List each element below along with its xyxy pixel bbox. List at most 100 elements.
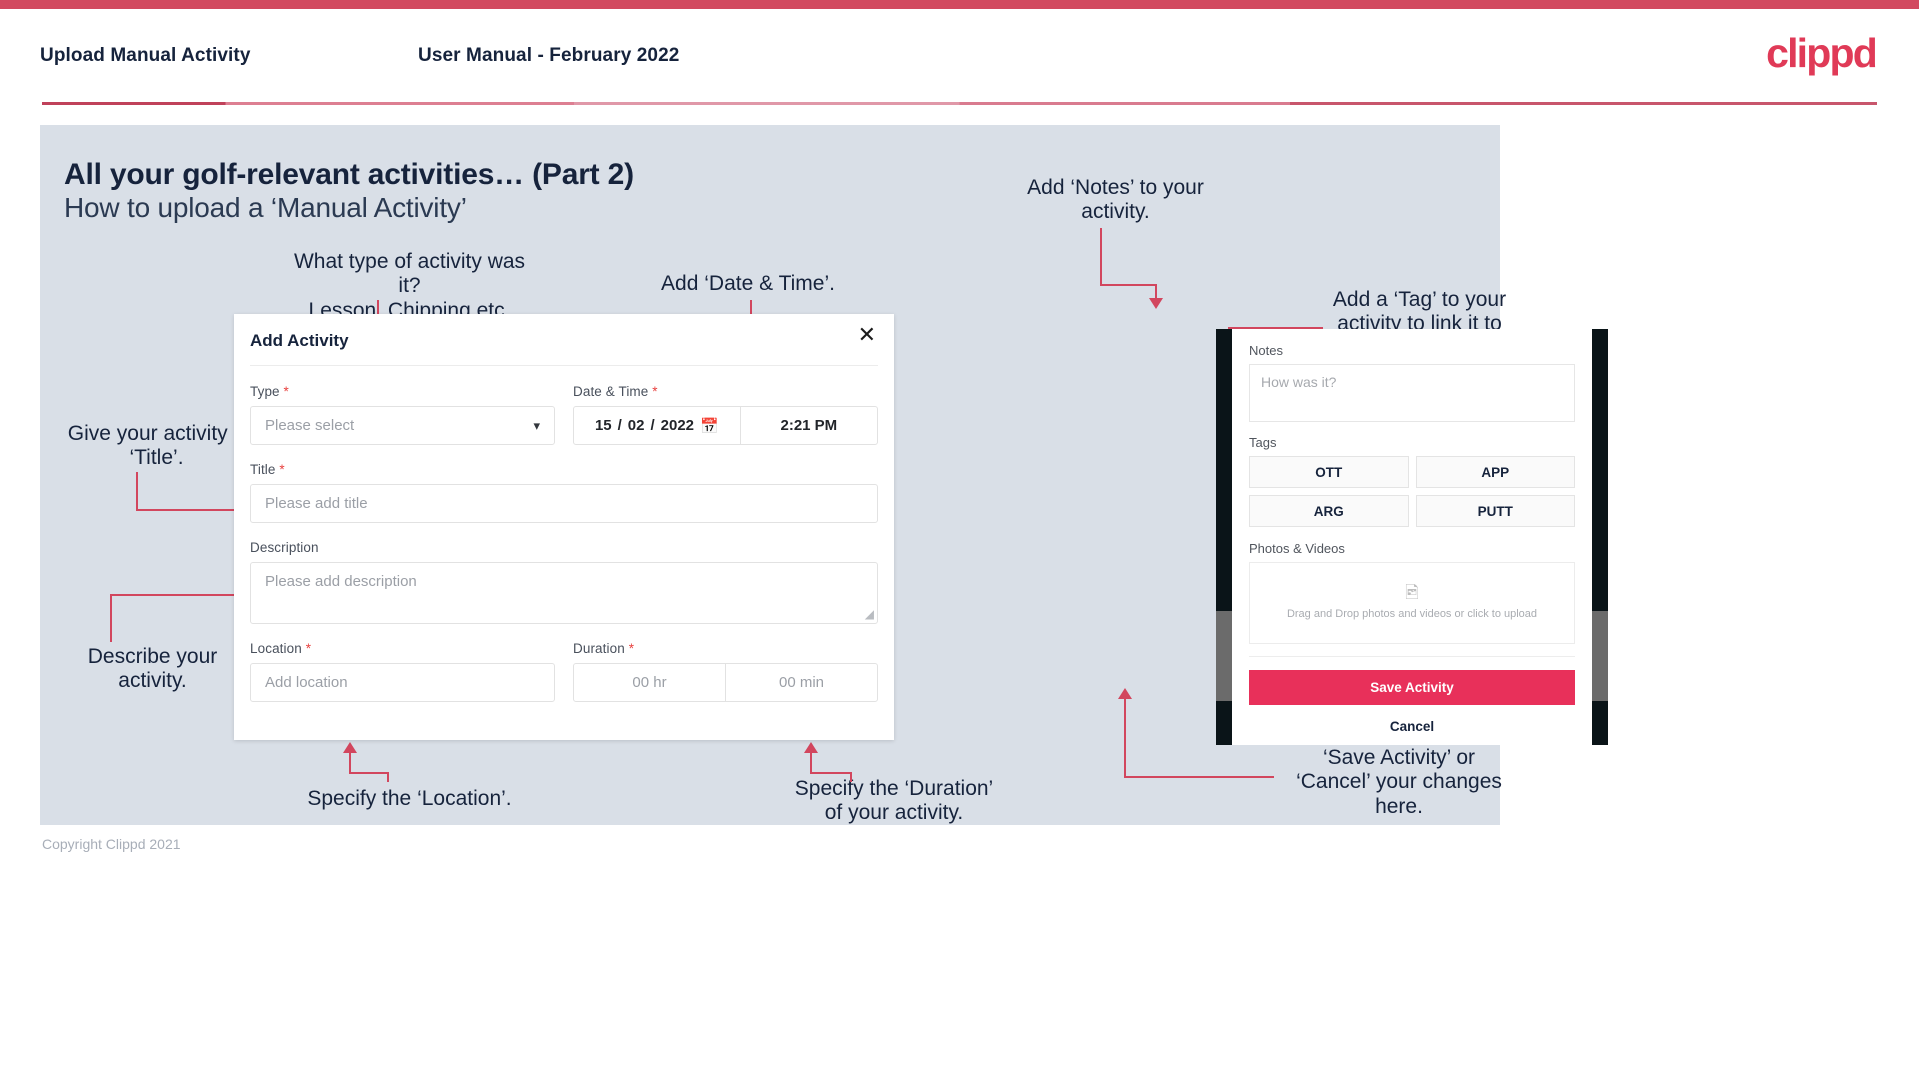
tag-arg[interactable]: ARG [1249,495,1409,527]
footer-copyright: Copyright Clippd 2021 [42,836,181,852]
phone-bezel-right [1592,329,1608,745]
connector-dur-h [810,772,852,774]
field-type: Type * Please select ▾ [250,384,555,445]
field-duration: Duration * 00 hr 00 min [573,641,878,702]
date-sep: / [617,417,622,434]
type-select[interactable]: Please select ▾ [250,406,555,445]
connector-loc-v1 [387,772,389,782]
time-input[interactable]: 2:21 PM [741,407,877,444]
connector-save-h [1124,776,1274,778]
annotation-duration: Specify the ‘Duration’ of your activity. [794,777,994,825]
datetime-group: 15 / 02 / 2022 📅 2:21 PM [573,406,878,445]
description-label: Description [250,540,319,555]
connector-desc-v [110,594,112,642]
location-placeholder: Add location [265,674,348,691]
add-activity-dialog: Add Activity ✕ Type * Please select ▾ Da… [234,314,894,740]
duration-minutes-input[interactable]: 00 min [725,664,877,701]
datetime-label: Date & Time * [573,384,658,399]
duration-group: 00 hr 00 min [573,663,878,702]
notes-label: Notes [1249,343,1283,358]
description-placeholder: Please add description [265,573,417,590]
notes-placeholder: How was it? [1261,374,1337,390]
date-day: 15 [594,417,612,434]
connector-loc-h [349,772,389,774]
photo-upload-dropzone[interactable]: 🖻 Drag and Drop photos and videos or cli… [1249,562,1575,644]
row-location-duration: Location * Add location Duration * 00 hr… [250,641,878,719]
dialog-body: Type * Please select ▾ Date & Time * 15 … [234,366,894,719]
row-type-datetime: Type * Please select ▾ Date & Time * 15 … [250,384,878,462]
connector-notes-v1 [1100,228,1102,284]
clippd-logo: clippd [1766,30,1878,76]
connector-notes-arrow [1149,298,1163,309]
add-image-icon: 🖻 [1405,582,1419,602]
field-description: Description Please add description ◢ [250,540,878,624]
date-year: 2022 [660,417,695,434]
connector-save-arrow [1118,688,1132,699]
phone-mockup: Notes How was it? Tags OTT APP ARG PUTT … [1216,329,1608,745]
phone-divider [1249,656,1575,657]
annotation-location: Specify the ‘Location’. [307,787,512,810]
required-asterisk: * [279,462,285,477]
top-accent-bar [0,0,1919,9]
field-datetime: Date & Time * 15 / 02 / 2022 📅 2:21 PM [573,384,878,445]
required-asterisk: * [283,384,289,399]
phone-bezel-left-grey [1216,611,1232,701]
slide-page: Upload Manual Activity User Manual - Feb… [0,0,1919,1079]
annotation-save: ‘Save Activity’ or ‘Cancel’ your changes… [1296,746,1502,818]
chevron-down-icon: ▾ [533,417,540,433]
tag-ott[interactable]: OTT [1249,456,1409,488]
field-location: Location * Add location [250,641,555,702]
location-label: Location * [250,641,312,656]
title-label: Title * [250,462,285,477]
phone-bezel-right-grey [1592,611,1608,701]
connector-dur-v1 [850,772,852,782]
type-label: Type * [250,384,289,399]
slide-subtitle: How to upload a ‘Manual Activity’ [64,192,467,223]
tag-app[interactable]: APP [1415,456,1575,488]
date-sep: / [650,417,655,434]
header-title: Upload Manual Activity [40,45,251,66]
description-textarea[interactable]: Please add description ◢ [250,562,878,624]
save-activity-button[interactable]: Save Activity [1249,670,1575,705]
dialog-header: Add Activity ✕ [250,314,878,366]
duration-hours-input[interactable]: 00 hr [574,664,725,701]
required-asterisk: * [628,641,635,656]
required-asterisk: * [652,384,658,399]
connector-title-h [136,509,236,511]
annotation-notes: Add ‘Notes’ to your activity. [1027,176,1204,224]
connector-loc-arrow [343,742,357,753]
calendar-icon[interactable]: 📅 [700,417,719,435]
tags-grid: OTT APP ARG PUTT [1249,456,1575,527]
phone-screen: Notes How was it? Tags OTT APP ARG PUTT … [1232,329,1592,745]
date-month: 02 [627,417,645,434]
title-input[interactable]: Please add title [250,484,878,523]
annotation-description: Describe your activity. [87,645,218,693]
title-placeholder: Please add title [265,495,368,512]
field-title: Title * Please add title [250,462,878,523]
phone-bezel-left [1216,329,1232,745]
tag-putt[interactable]: PUTT [1415,495,1575,527]
type-placeholder: Please select [265,417,355,434]
close-icon[interactable]: ✕ [858,324,876,346]
required-asterisk: * [305,641,312,656]
location-input[interactable]: Add location [250,663,555,702]
duration-label: Duration * [573,641,635,656]
connector-title-v [136,472,138,510]
resize-grip-icon[interactable]: ◢ [865,607,874,621]
header-divider [42,102,1877,105]
connector-save-v [1124,698,1126,777]
photos-videos-label: Photos & Videos [1249,541,1345,556]
annotation-type: What type of activity was it? Lesson, Ch… [293,250,526,322]
annotation-datetime: Add ‘Date & Time’. [661,272,835,295]
connector-dur-arrow [804,742,818,753]
slide-title: All your golf-relevant activities… (Part… [64,158,634,191]
connector-loc-v2 [349,752,351,773]
notes-textarea[interactable]: How was it? [1249,364,1575,422]
dropzone-text: Drag and Drop photos and videos or click… [1286,607,1538,620]
tags-label: Tags [1249,435,1277,450]
cancel-button[interactable]: Cancel [1249,719,1575,734]
connector-desc-h [110,594,237,596]
header-subtitle: User Manual - February 2022 [418,45,680,66]
connector-notes-h [1100,284,1156,286]
date-input[interactable]: 15 / 02 / 2022 📅 [574,407,741,444]
